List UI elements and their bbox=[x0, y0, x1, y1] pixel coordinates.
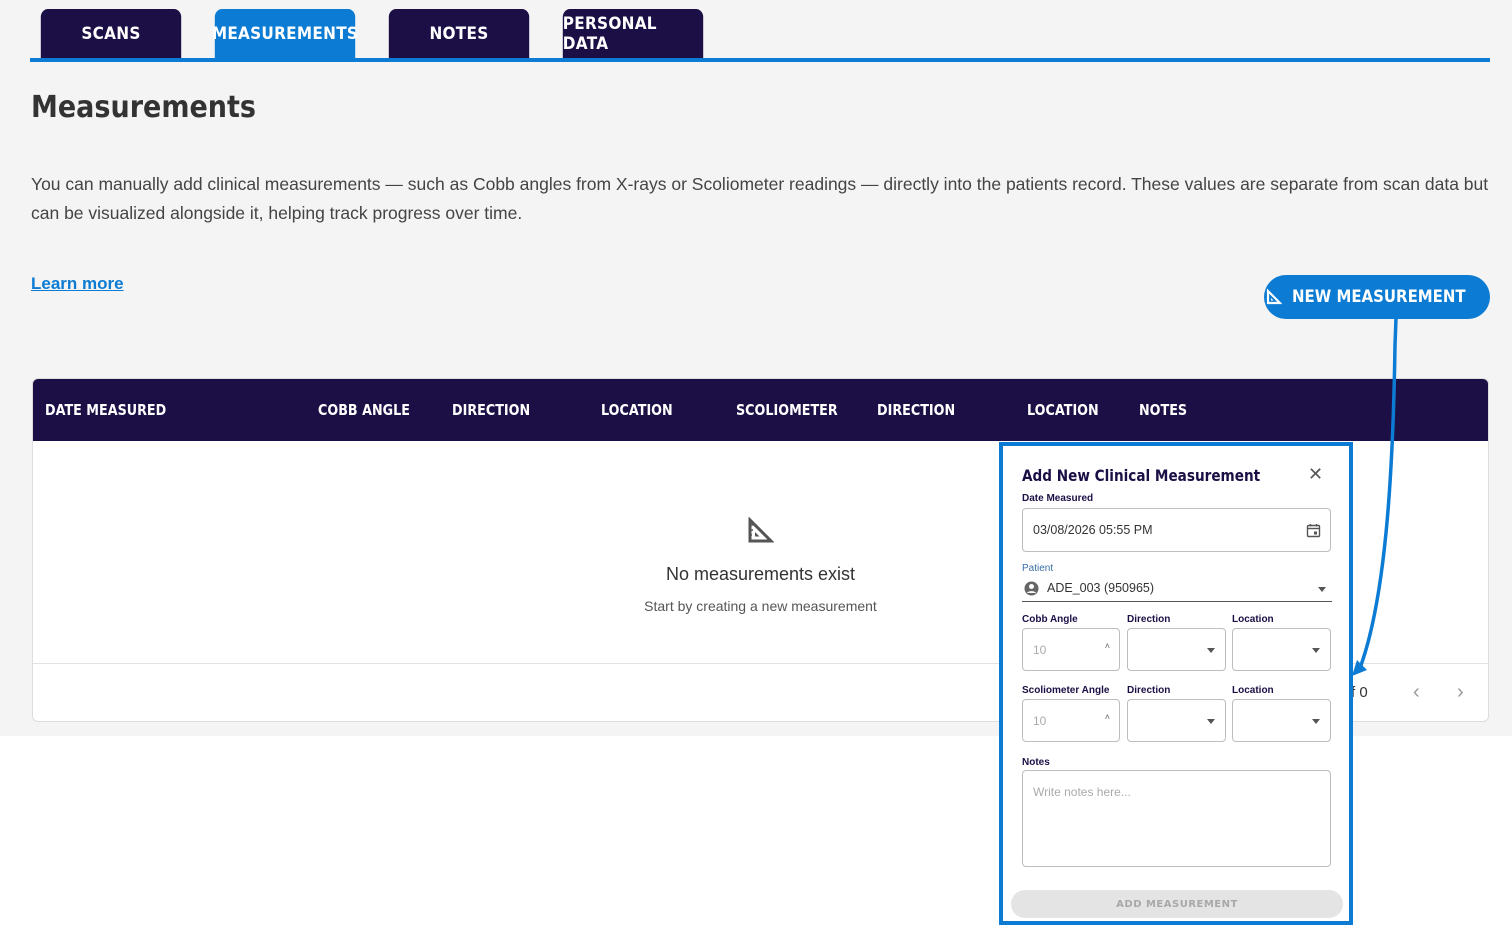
cobb-direction-select[interactable] bbox=[1127, 628, 1226, 671]
page-title: Measurements bbox=[31, 90, 256, 125]
notes-placeholder: Write notes here... bbox=[1033, 785, 1131, 799]
chevron-down-icon bbox=[1312, 718, 1320, 724]
scoliometer-angle-placeholder: 10 bbox=[1033, 713, 1047, 728]
table-header: DATE MEASURED COBB ANGLE DIRECTION LOCAT… bbox=[33, 379, 1488, 441]
chevron-left-icon[interactable]: ‹ bbox=[1413, 681, 1420, 704]
scoliometer-location-select[interactable] bbox=[1232, 699, 1331, 742]
notes-textarea[interactable]: Write notes here... bbox=[1022, 770, 1331, 867]
column-header-scoliometer[interactable]: SCOLIOMETER bbox=[736, 401, 838, 419]
patient-value: ADE_003 (950965) bbox=[1047, 581, 1155, 595]
cobb-angle-input[interactable]: 10 ˄ bbox=[1022, 628, 1120, 671]
scoliometer-direction-label: Direction bbox=[1127, 685, 1171, 696]
cobb-location-label: Location bbox=[1232, 614, 1274, 625]
page-description: You can manually add clinical measuremen… bbox=[31, 174, 1489, 223]
empty-state-subtitle: Start by creating a new measurement bbox=[644, 598, 877, 614]
tab-scans[interactable]: SCANS bbox=[40, 9, 182, 59]
patient-select[interactable]: ADE_003 (950965) bbox=[1022, 576, 1332, 602]
pagination-count: f 0 bbox=[1351, 684, 1368, 701]
stepper-icon[interactable]: ˄ bbox=[1105, 641, 1110, 651]
scoliometer-direction-select[interactable] bbox=[1127, 699, 1226, 742]
new-measurement-label: NEW MEASUREMENT bbox=[1292, 287, 1466, 307]
chevron-down-icon bbox=[1207, 647, 1215, 653]
tab-underline bbox=[30, 58, 1490, 62]
dialog-title: Add New Clinical Measurement bbox=[1022, 466, 1261, 485]
notes-label: Notes bbox=[1022, 757, 1050, 768]
scoliometer-angle-label: Scoliometer Angle bbox=[1022, 685, 1110, 696]
add-measurement-button[interactable]: ADD MEASUREMENT bbox=[1011, 890, 1343, 918]
tab-notes[interactable]: NOTES bbox=[388, 9, 530, 59]
chevron-down-icon bbox=[1312, 647, 1320, 653]
calendar-icon[interactable] bbox=[1306, 523, 1321, 538]
person-icon bbox=[1024, 581, 1039, 596]
chevron-down-icon bbox=[1207, 718, 1215, 724]
tab-personal-data[interactable]: PERSONAL DATA bbox=[562, 9, 704, 59]
set-square-icon bbox=[1267, 288, 1283, 305]
add-measurement-dialog: Add New Clinical Measurement ✕ Date Meas… bbox=[999, 442, 1353, 925]
stepper-icon[interactable]: ˄ bbox=[1105, 712, 1110, 722]
cobb-angle-placeholder: 10 bbox=[1033, 642, 1047, 657]
date-measured-label: Date Measured bbox=[1022, 493, 1094, 504]
cobb-direction-label: Direction bbox=[1127, 614, 1171, 625]
new-measurement-button[interactable]: NEW MEASUREMENT bbox=[1264, 275, 1490, 319]
column-header-date-measured[interactable]: DATE MEASURED bbox=[45, 401, 166, 419]
close-icon[interactable]: ✕ bbox=[1308, 464, 1323, 485]
cobb-location-select[interactable] bbox=[1232, 628, 1331, 671]
column-header-location[interactable]: LOCATION bbox=[601, 401, 673, 419]
cobb-angle-label: Cobb Angle bbox=[1022, 614, 1078, 625]
chevron-down-icon bbox=[1318, 586, 1326, 592]
column-header-cobb-angle[interactable]: COBB ANGLE bbox=[318, 401, 410, 419]
empty-state-title: No measurements exist bbox=[665, 564, 856, 584]
column-header-scoliometer-direction[interactable]: DIRECTION bbox=[877, 401, 955, 419]
patient-label: Patient bbox=[1022, 563, 1054, 574]
chevron-right-icon[interactable]: › bbox=[1457, 681, 1464, 704]
tab-bar: SCANS MEASUREMENTS NOTES PERSONAL DATA bbox=[33, 9, 711, 59]
scoliometer-angle-input[interactable]: 10 ˄ bbox=[1022, 699, 1120, 742]
scoliometer-location-label: Location bbox=[1232, 685, 1274, 696]
column-header-direction[interactable]: DIRECTION bbox=[452, 401, 530, 419]
date-measured-field[interactable]: 03/08/2026 05:55 PM bbox=[1022, 508, 1331, 552]
learn-more-link[interactable]: Learn more bbox=[31, 274, 124, 294]
column-header-scoliometer-location[interactable]: LOCATION bbox=[1027, 401, 1099, 419]
column-header-notes[interactable]: NOTES bbox=[1139, 401, 1187, 419]
tab-measurements[interactable]: MEASUREMENTS bbox=[212, 9, 358, 59]
date-measured-value: 03/08/2026 05:55 PM bbox=[1033, 523, 1153, 537]
set-square-icon bbox=[748, 517, 774, 543]
